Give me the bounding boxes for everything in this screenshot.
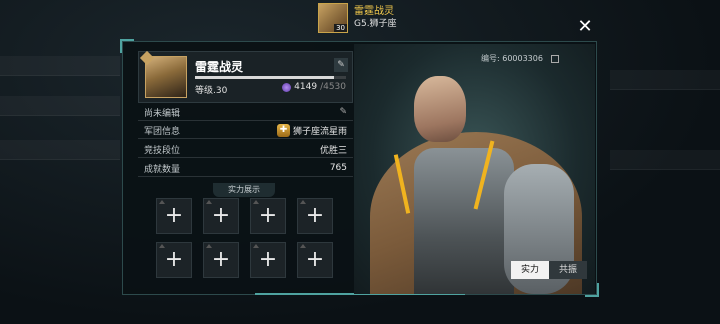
showcase-slot[interactable]: + (203, 198, 239, 234)
showcase-slot[interactable]: + (250, 198, 286, 234)
plus-icon: + (305, 203, 325, 228)
currency-display: 4149/4530 (282, 82, 346, 92)
showcase-slot[interactable]: + (203, 242, 239, 278)
top-player-name: 雷霆战灵 (354, 6, 394, 17)
background-menu-row (0, 96, 120, 116)
profile-card: 雷霆战灵 ✎ 等级.30 4149/4530 (138, 50, 353, 103)
player-id-label: 编号: 60003306 (481, 54, 543, 63)
guild-row[interactable]: 军团信息 ✚ 狮子座流星雨 (138, 122, 353, 139)
top-player-subtitle: G5.狮子座 (354, 19, 397, 29)
plus-icon: + (258, 247, 278, 272)
showcase-slot[interactable]: + (297, 242, 333, 278)
level-label: 等级.30 (195, 86, 228, 96)
player-name: 雷霆战灵 (195, 60, 244, 74)
plus-icon: + (211, 203, 231, 228)
achievement-row[interactable]: 成就数量 765 (138, 160, 353, 177)
top-player-banner: 30 雷霆战灵 G5.狮子座 (318, 2, 397, 34)
achievement-value: 765 (329, 163, 347, 173)
guild-value: 狮子座流星雨 (292, 126, 347, 137)
pencil-icon[interactable]: ✎ (339, 107, 347, 117)
top-avatar: 30 (318, 3, 348, 33)
background-menu-row (610, 150, 720, 170)
edit-name-button[interactable]: ✎ (334, 58, 348, 72)
player-id: 编号: 60003306 (481, 53, 559, 64)
character-portrait (354, 44, 595, 294)
currency-value: 4149 (294, 82, 318, 92)
avatar[interactable] (139, 50, 187, 98)
background-menu-row (0, 140, 120, 160)
plus-icon: + (305, 247, 325, 272)
guild-label: 军团信息 (144, 126, 181, 137)
plus-icon: + (258, 203, 278, 228)
rank-row: 竞技段位 优胜三 (138, 141, 353, 158)
signature-row[interactable]: 尚未编辑 ✎ (138, 104, 353, 121)
achievement-label: 成就数量 (144, 164, 181, 175)
showcase-slot[interactable]: + (156, 242, 192, 278)
showcase-title: 实力展示 (213, 183, 275, 197)
xp-bar-fill (195, 76, 334, 79)
rank-value: 优胜三 (319, 145, 347, 156)
background-menu-row (610, 70, 720, 90)
showcase-slots: + + + + + + + + (156, 198, 336, 280)
tab-resonance[interactable]: 共振 (549, 261, 587, 279)
gem-icon (282, 82, 292, 92)
showcase-slot[interactable]: + (250, 242, 286, 278)
guild-emblem-icon: ✚ (276, 123, 290, 137)
signature-label: 尚未编辑 (144, 108, 181, 119)
currency-max: /4530 (320, 82, 346, 92)
tab-strength[interactable]: 实力 (511, 261, 549, 279)
close-icon[interactable]: ✕ (576, 18, 594, 36)
copy-icon[interactable] (550, 54, 559, 63)
xp-bar (195, 76, 346, 79)
rank-label: 竞技段位 (144, 145, 181, 156)
showcase-slot[interactable]: + (156, 198, 192, 234)
plus-icon: + (164, 203, 184, 228)
plus-icon: + (164, 247, 184, 272)
plus-icon: + (211, 247, 231, 272)
background-menu-row (0, 56, 120, 76)
top-avatar-level: 30 (334, 24, 347, 32)
view-tabs: 实力 共振 (511, 261, 587, 279)
showcase-slot[interactable]: + (297, 198, 333, 234)
